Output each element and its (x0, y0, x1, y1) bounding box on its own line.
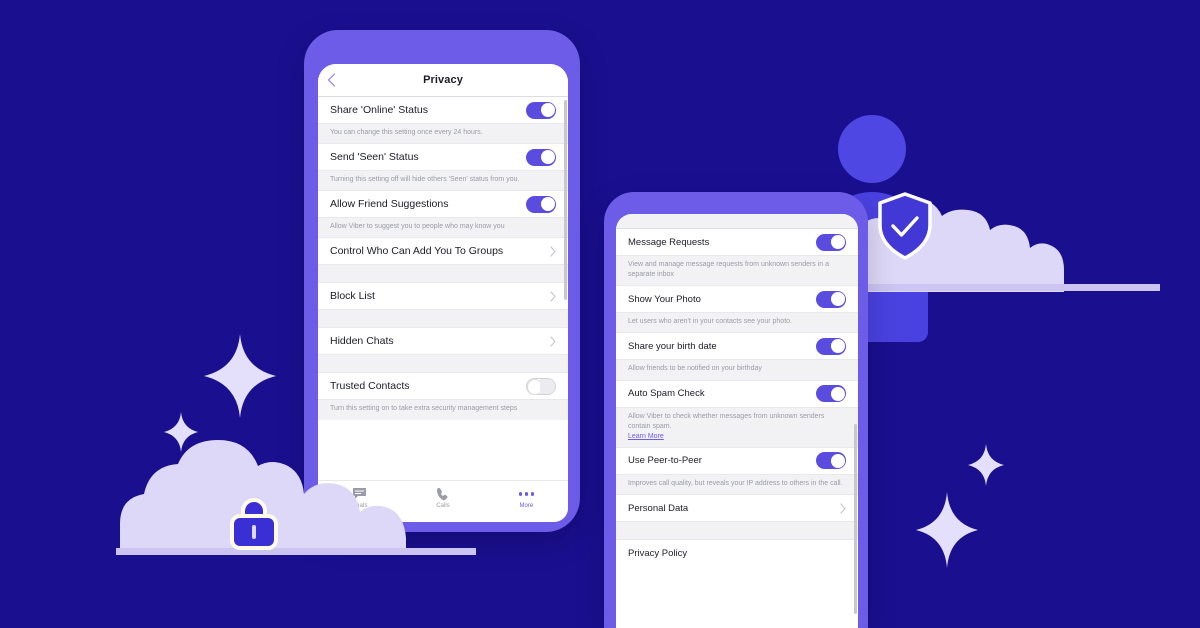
settings-row-label: Show Your Photo (628, 293, 701, 305)
settings-row[interactable]: Message Requests (616, 228, 858, 255)
privacy-settings-list[interactable]: Share 'Online' Status You can change this… (318, 96, 568, 420)
tab-more[interactable]: More (485, 487, 568, 509)
learn-more-link[interactable]: Learn More (628, 432, 664, 442)
toggle-switch[interactable] (816, 290, 846, 308)
settings-row-label: Auto Spam Check (628, 388, 705, 400)
settings-row[interactable]: Block List (318, 282, 568, 310)
scrollbar-thumb[interactable] (564, 100, 567, 300)
settings-row-description: View and manage message requests from un… (616, 255, 858, 286)
toggle-switch[interactable] (526, 148, 556, 166)
settings-row-label: Use Peer-to-Peer (628, 455, 702, 467)
phone-two-screen: Message Requests View and manage message … (616, 214, 858, 628)
settings-row[interactable]: Hidden Chats (318, 327, 568, 355)
toggle-switch[interactable] (526, 195, 556, 213)
settings-row[interactable]: Share 'Online' Status (318, 96, 568, 123)
section-gap (318, 309, 568, 328)
sparkle-small-right-icon (968, 444, 1004, 486)
tab-more-label: More (519, 503, 534, 509)
settings-row-description: Turn this setting on to take extra secur… (318, 399, 568, 420)
settings-row-description: Improves call quality, but reveals your … (616, 473, 858, 495)
chevron-left-icon[interactable] (327, 73, 336, 87)
settings-row[interactable]: Control Who Can Add You To Groups (318, 237, 568, 265)
settings-row-label: Control Who Can Add You To Groups (330, 245, 504, 258)
settings-row[interactable]: Auto Spam Check (616, 379, 858, 407)
settings-row[interactable]: Use Peer-to-Peer (616, 446, 858, 474)
settings-row-label: Hidden Chats (330, 335, 394, 348)
chevron-right-icon (840, 503, 846, 514)
page-title: Privacy (423, 74, 463, 86)
settings-row-description: You can change this setting once every 2… (318, 123, 568, 144)
shield-check-icon (878, 192, 932, 260)
settings-row-label: Share your birth date (628, 340, 717, 352)
lock-icon (230, 498, 278, 550)
settings-row-description: Let users who aren't in your contacts se… (616, 312, 858, 333)
chevron-right-icon (550, 246, 556, 257)
settings-row-label: Send 'Seen' Status (330, 151, 419, 164)
settings-row[interactable]: Share your birth date (616, 332, 858, 360)
toggle-switch[interactable] (526, 377, 556, 395)
sparkle-small-left-icon (164, 412, 198, 452)
settings-row[interactable]: Send 'Seen' Status (318, 143, 568, 171)
settings-row-label: Trusted Contacts (330, 380, 410, 393)
privacy-nav-header: Privacy (318, 64, 568, 96)
illustration-canvas: Privacy Share 'Online' Status You can cha… (0, 0, 1200, 628)
scrollbar-thumb[interactable] (854, 424, 857, 614)
section-gap (318, 264, 568, 283)
settings-row[interactable]: Privacy Policy (616, 539, 858, 567)
settings-row-label: Privacy Policy (628, 547, 688, 559)
settings-row-description: Allow friends to be notified on your bir… (616, 359, 858, 380)
person-avatar-head-icon (838, 115, 906, 183)
toggle-switch[interactable] (526, 101, 556, 119)
chevron-right-icon (550, 336, 556, 347)
settings-row-label: Message Requests (628, 236, 710, 248)
sparkle-large-left-icon (204, 334, 276, 418)
settings-row-label: Block List (330, 290, 375, 303)
settings-row-description: Allow Viber to suggest you to people who… (318, 217, 568, 238)
settings-row[interactable]: Show Your Photo (616, 285, 858, 313)
settings-row-label: Share 'Online' Status (330, 104, 428, 116)
settings-row[interactable]: Allow Friend Suggestions (318, 190, 568, 218)
privacy-settings-list-continued[interactable]: Message Requests View and manage message … (616, 228, 858, 567)
sparkle-large-right-icon (916, 492, 978, 568)
section-gap (616, 521, 858, 540)
settings-row-label: Allow Friend Suggestions (330, 198, 449, 211)
toggle-switch[interactable] (816, 233, 846, 251)
toggle-switch[interactable] (816, 337, 846, 355)
toggle-switch[interactable] (816, 385, 846, 403)
settings-row-description: Turning this setting off will hide other… (318, 170, 568, 191)
settings-row-label: Personal Data (628, 502, 689, 514)
settings-row[interactable]: Personal Data (616, 494, 858, 522)
more-dots-icon (518, 487, 535, 501)
phone-mockup-privacy-settings-continued: Message Requests View and manage message … (604, 192, 868, 628)
chevron-right-icon (550, 291, 556, 302)
section-gap (318, 354, 568, 373)
toggle-switch[interactable] (816, 452, 846, 470)
settings-row-description: Allow Viber to check whether messages fr… (616, 406, 858, 447)
settings-row[interactable]: Trusted Contacts (318, 372, 568, 400)
